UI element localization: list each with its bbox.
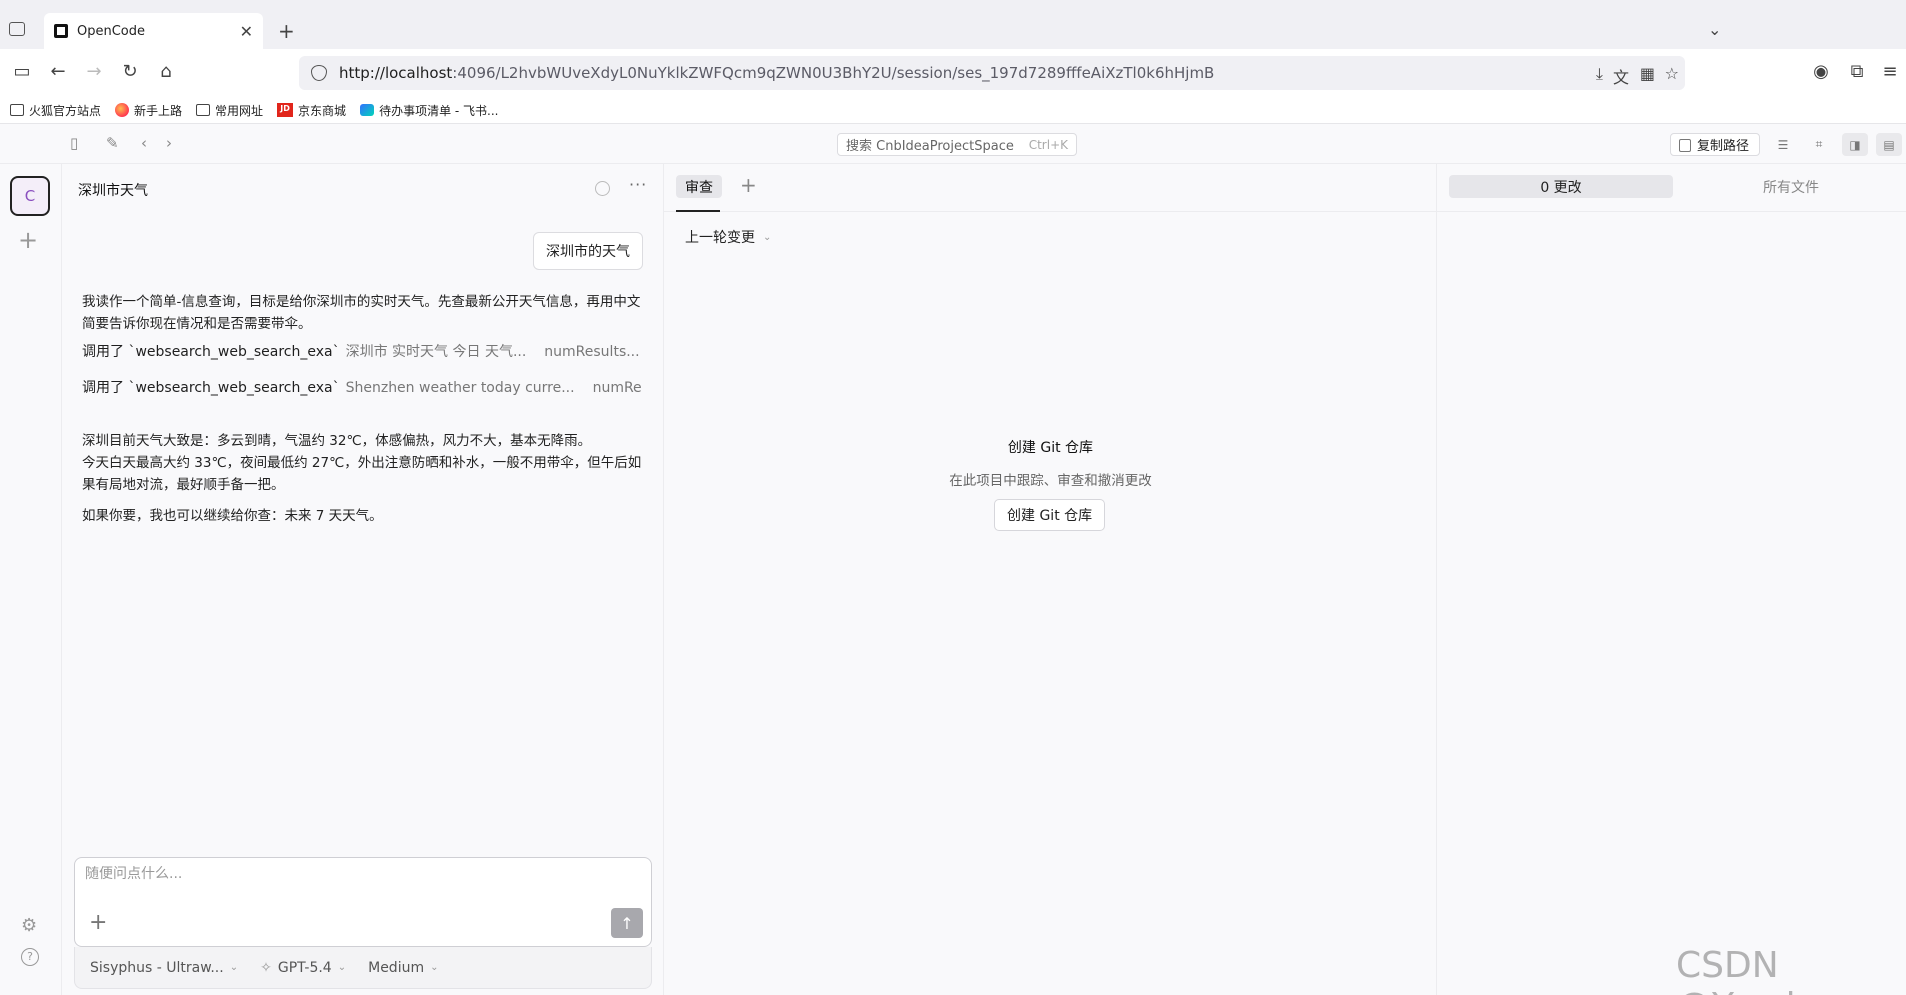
settings-gear-icon[interactable]: ⚙ [21, 915, 37, 936]
review-panel: 审查 + 上一轮变更 ⌄ 创建 Git 仓库 在此项目中跟踪、审查和撤消更改 创… [664, 164, 1437, 995]
more-options-icon[interactable]: ··· [629, 175, 647, 194]
bookmark-common-sites[interactable]: 常用网址 [196, 102, 263, 119]
message-input[interactable] [85, 866, 635, 882]
empty-state-title: 创建 Git 仓库 [1007, 440, 1094, 456]
tab-close-icon[interactable]: ✕ [240, 22, 253, 41]
folder-icon [196, 104, 211, 116]
sparkle-icon: ✧ [260, 959, 272, 976]
model-selector[interactable]: ✧ GPT-5.4 ⌄ [260, 960, 346, 976]
send-button[interactable]: ↑ [611, 908, 643, 938]
tool-call-extra: numRe... [592, 380, 642, 396]
tool-call-label: 调用了 `websearch_web_search_exa` [82, 380, 340, 396]
active-tab-indicator [676, 210, 720, 212]
split-view-icon[interactable]: ◨ [1842, 133, 1868, 156]
answer-line-1: 深圳目前天气大致是：多云到晴，气温约 32℃，体感偏热，风力不大，基本无降雨。 [82, 433, 592, 449]
url-host: http://localhost [339, 64, 453, 82]
menu-icon[interactable]: ≡ [1878, 61, 1902, 82]
new-session-icon[interactable]: ✎ [106, 134, 119, 152]
tool-call-label: 调用了 `websearch_web_search_exa` [82, 344, 340, 360]
help-icon[interactable]: ? [21, 948, 39, 966]
jd-logo-icon: JD [277, 103, 294, 117]
assistant-intro: 我读作一个简单-信息查询，目标是给你深圳市的实时天气。先查最新公开天气信息，再用… [82, 294, 641, 332]
project-rail: C + ⚙ ? [0, 164, 62, 995]
chevron-down-icon: ⌄ [337, 962, 347, 973]
url-path: :4096/L2hvbWUveXdyL0NuYklkZWFQcm9qZWN0U3… [452, 64, 1215, 82]
tab-review[interactable]: 审查 [676, 175, 722, 198]
bookmark-feishu-todo[interactable]: 待办事项清单 - 飞书... [360, 102, 498, 119]
tab-all-files[interactable]: 所有文件 [1685, 175, 1897, 198]
folder-icon [10, 104, 24, 116]
tab-overview-icon[interactable] [9, 22, 25, 36]
browser-tab[interactable]: OpenCode ✕ [44, 13, 263, 49]
last-change-dropdown[interactable]: 上一轮变更 ⌄ [685, 227, 771, 247]
answer-line-2: 今天白天最高大约 33℃，夜间最低约 27℃，外出注意防晒和补水，一般不用带伞，… [82, 455, 642, 493]
empty-state-subtitle: 在此项目中跟踪、审查和撤消更改 [949, 473, 1152, 489]
bookmark-firefox-official[interactable]: 火狐官方站点 [10, 102, 101, 119]
opencode-favicon-icon [54, 24, 68, 38]
answer-followup: 如果你要，我也可以继续给你查：未来 7 天天气。 [82, 508, 383, 524]
tool-call-row[interactable]: 调用了 `websearch_web_search_exa` Shenzhen w… [82, 377, 642, 397]
composer-footer: Sisyphus - Ultraw... ⌄ ✧ GPT-5.4 ⌄ Medium ⌄ [74, 947, 652, 989]
new-tab-icon[interactable]: + [278, 19, 295, 43]
sidebar-toggle-icon[interactable]: ▭ [10, 61, 34, 82]
session-title: 深圳市天气 [78, 183, 148, 199]
download-icon[interactable]: ⤓ [1596, 64, 1603, 84]
url-bar[interactable]: http://localhost:4096/L2hvbWUveXdyL0NuYk… [299, 56, 1685, 90]
agent-selector[interactable]: Sisyphus - Ultraw... ⌄ [90, 960, 238, 976]
tool-call-extra: numResults... [544, 344, 640, 360]
search-shortcut: Ctrl+K [1028, 137, 1068, 152]
loading-spinner-icon [595, 181, 610, 196]
command-search[interactable]: 搜索 CnbIdeaProjectSpace Ctrl+K [837, 133, 1077, 156]
opencode-app: ▯ ✎ ‹ › 搜索 CnbIdeaProjectSpace Ctrl+K 复制… [0, 124, 1906, 995]
bookmark-star-icon[interactable]: ☆ [1665, 64, 1679, 83]
extensions-icon[interactable]: ⧉ [1845, 61, 1869, 82]
copy-path-button[interactable]: 复制路径 [1670, 133, 1761, 156]
message-composer: + ↑ [74, 857, 652, 947]
tab-list-chevron-icon[interactable]: ⌄ [1708, 20, 1721, 39]
chevron-down-icon: ⌄ [430, 962, 439, 973]
qr-code-icon[interactable]: ▦ [1640, 64, 1655, 83]
site-info-icon[interactable] [311, 65, 327, 81]
tool-call-row[interactable]: 调用了 `websearch_web_search_exa` 深圳市 实时天气 今… [82, 341, 642, 361]
create-git-repo-button[interactable]: 创建 Git 仓库 [994, 499, 1106, 531]
review-panel-icon[interactable]: ☰ [1770, 133, 1796, 156]
chat-panel: 深圳市天气 ··· 深圳市的天气 我读作一个简单-信息查询，目标是给你深圳市的实… [62, 164, 664, 995]
bookmark-jd[interactable]: JD 京东商城 [277, 102, 346, 119]
back-icon[interactable]: ← [46, 61, 70, 82]
tool-call-args: Shenzhen weather today curre... [345, 380, 575, 396]
browser-tab-strip: OpenCode ✕ + ⌄ [0, 0, 1906, 49]
bookmarks-bar: 火狐官方站点 新手上路 常用网址 JD 京东商城 待办事项清单 - 飞书... [0, 97, 1906, 124]
terminal-icon[interactable]: ⌗ [1806, 133, 1832, 156]
account-icon[interactable]: ◉ [1809, 61, 1833, 82]
project-avatar[interactable]: C [10, 176, 50, 216]
bookmark-getting-started[interactable]: 新手上路 [115, 102, 182, 119]
attach-plus-icon[interactable]: + [89, 910, 107, 935]
app-toolbar: ▯ ✎ ‹ › 搜索 CnbIdeaProjectSpace Ctrl+K 复制… [0, 124, 1906, 164]
add-tab-icon[interactable]: + [740, 173, 757, 197]
feishu-logo-icon [360, 104, 375, 116]
nav-forward-icon[interactable]: › [166, 134, 172, 152]
firefox-icon [115, 103, 130, 117]
search-placeholder: 搜索 CnbIdeaProjectSpace [846, 139, 1014, 154]
file-tree-icon[interactable]: ▤ [1876, 133, 1902, 156]
add-project-icon[interactable]: + [18, 226, 38, 254]
chevron-down-icon: ⌄ [763, 231, 772, 243]
home-icon[interactable]: ⌂ [154, 61, 178, 82]
nav-back-icon[interactable]: ‹ [141, 134, 147, 152]
translate-icon[interactable]: 文 [1613, 64, 1629, 88]
user-message: 深圳市的天气 [533, 232, 643, 270]
watermark: CSDN @Yweir [1676, 945, 1810, 995]
forward-icon[interactable]: → [82, 61, 106, 82]
tool-call-args: 深圳市 实时天气 今日 天气... [345, 344, 527, 360]
files-tabs: 0 更改 所有文件 [1437, 164, 1906, 212]
review-tabs: 审查 + [664, 164, 1437, 212]
toggle-sidebar-icon[interactable]: ▯ [70, 134, 78, 152]
browser-navbar: ▭ ← → ↻ ⌂ http://localhost:4096/L2hvbWUv… [0, 49, 1906, 97]
tab-title: OpenCode [77, 23, 146, 39]
reload-icon[interactable]: ↻ [118, 61, 142, 82]
chevron-down-icon: ⌄ [229, 962, 239, 973]
effort-selector[interactable]: Medium ⌄ [368, 960, 438, 976]
tab-changes[interactable]: 0 更改 [1449, 175, 1673, 198]
files-panel: 0 更改 所有文件 [1437, 164, 1906, 995]
